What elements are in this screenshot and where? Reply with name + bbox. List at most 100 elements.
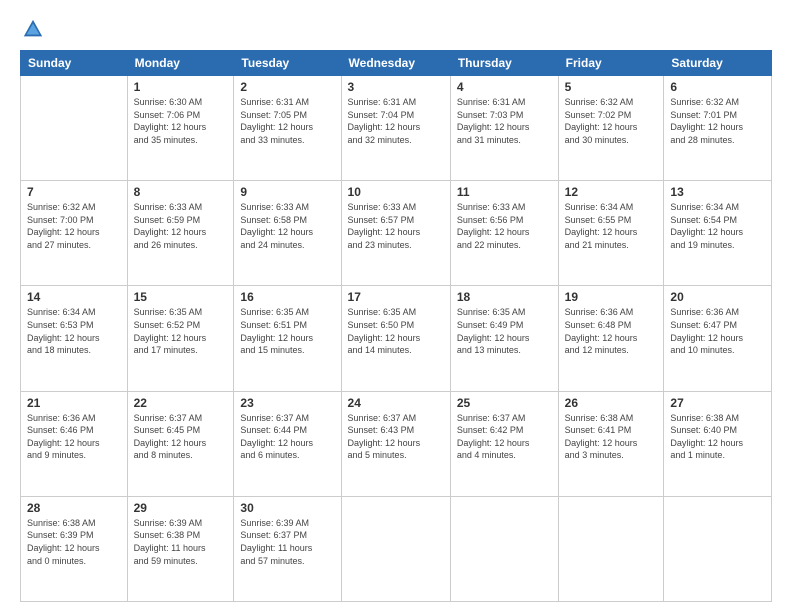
empty-cell (450, 496, 558, 601)
day-cell-16: 16Sunrise: 6:35 AM Sunset: 6:51 PM Dayli… (234, 286, 341, 391)
weekday-header-tuesday: Tuesday (234, 51, 341, 76)
day-cell-24: 24 Sunrise: 6:37 AM Sunset: 6:43 PM Dayli… (341, 391, 450, 496)
day-info: Sunrise: 6:31 AM Sunset: 7:03 PM Dayligh… (457, 96, 552, 146)
week-row-1: 1 Sunrise: 6:30 AM Sunset: 7:06 PM Daylig… (21, 76, 772, 181)
day-number: 24 (348, 396, 444, 410)
day-cell-15: 15 Sunrise: 6:35 AM Sunset: 6:52 PM Dayli… (127, 286, 234, 391)
day-cell-13: 13 Sunrise: 6:34 AM Sunset: 6:54 PM Dayli… (664, 181, 772, 286)
day-cell-20: 20 Sunrise: 6:36 AM Sunset: 6:47 PM Dayli… (664, 286, 772, 391)
day-cell-18: 18Sunrise: 6:35 AM Sunset: 6:49 PM Dayli… (450, 286, 558, 391)
day-cell-9: 9 Sunrise: 6:33 AM Sunset: 6:58 PM Daylig… (234, 181, 341, 286)
day-cell-28: 28Sunrise: 6:38 AM Sunset: 6:39 PM Dayli… (21, 496, 128, 601)
day-info: Sunrise: 6:38 AM Sunset: 6:41 PM Dayligh… (565, 412, 658, 462)
day-info: Sunrise: 6:33 AM Sunset: 6:56 PM Dayligh… (457, 201, 552, 251)
day-info: Sunrise: 6:31 AM Sunset: 7:04 PM Dayligh… (348, 96, 444, 146)
day-cell-5: 5 Sunrise: 6:32 AM Sunset: 7:02 PM Daylig… (558, 76, 664, 181)
day-info: Sunrise: 6:35 AM Sunset: 6:51 PM Dayligh… (240, 306, 334, 356)
day-cell-23: 23 Sunrise: 6:37 AM Sunset: 6:44 PM Dayli… (234, 391, 341, 496)
empty-cell (341, 496, 450, 601)
day-info: Sunrise: 6:34 AM Sunset: 6:53 PM Dayligh… (27, 306, 121, 356)
day-number: 23 (240, 396, 334, 410)
weekday-header-monday: Monday (127, 51, 234, 76)
day-number: 3 (348, 80, 444, 94)
day-info: Sunrise: 6:34 AM Sunset: 6:55 PM Dayligh… (565, 201, 658, 251)
day-number: 15 (134, 290, 228, 304)
logo-icon (22, 18, 44, 40)
weekday-header-friday: Friday (558, 51, 664, 76)
day-cell-2: 2Sunrise: 6:31 AM Sunset: 7:05 PM Daylig… (234, 76, 341, 181)
day-number: 26 (565, 396, 658, 410)
day-info: Sunrise: 6:38 AM Sunset: 6:40 PM Dayligh… (670, 412, 765, 462)
calendar-table: SundayMondayTuesdayWednesdayThursdayFrid… (20, 50, 772, 602)
day-info: Sunrise: 6:35 AM Sunset: 6:52 PM Dayligh… (134, 306, 228, 356)
day-info: Sunrise: 6:33 AM Sunset: 6:59 PM Dayligh… (134, 201, 228, 251)
empty-cell (558, 496, 664, 601)
weekday-header-sunday: Sunday (21, 51, 128, 76)
day-info: Sunrise: 6:38 AM Sunset: 6:39 PM Dayligh… (27, 517, 121, 567)
day-number: 8 (134, 185, 228, 199)
day-info: Sunrise: 6:39 AM Sunset: 6:38 PM Dayligh… (134, 517, 228, 567)
day-number: 13 (670, 185, 765, 199)
day-cell-22: 22 Sunrise: 6:37 AM Sunset: 6:45 PM Dayli… (127, 391, 234, 496)
day-cell-8: 8 Sunrise: 6:33 AM Sunset: 6:59 PM Daylig… (127, 181, 234, 286)
day-cell-25: 25 Sunrise: 6:37 AM Sunset: 6:42 PM Dayli… (450, 391, 558, 496)
day-info: Sunrise: 6:37 AM Sunset: 6:44 PM Dayligh… (240, 412, 334, 462)
day-info: Sunrise: 6:36 AM Sunset: 6:47 PM Dayligh… (670, 306, 765, 356)
day-info: Sunrise: 6:32 AM Sunset: 7:00 PM Dayligh… (27, 201, 121, 251)
day-cell-26: 26 Sunrise: 6:38 AM Sunset: 6:41 PM Dayli… (558, 391, 664, 496)
day-cell-17: 17 Sunrise: 6:35 AM Sunset: 6:50 PM Dayli… (341, 286, 450, 391)
day-number: 17 (348, 290, 444, 304)
header (20, 18, 772, 40)
day-number: 30 (240, 501, 334, 515)
day-info: Sunrise: 6:37 AM Sunset: 6:45 PM Dayligh… (134, 412, 228, 462)
logo (20, 18, 44, 40)
empty-cell (664, 496, 772, 601)
day-number: 11 (457, 185, 552, 199)
day-cell-7: 7 Sunrise: 6:32 AM Sunset: 7:00 PM Daylig… (21, 181, 128, 286)
day-cell-10: 10 Sunrise: 6:33 AM Sunset: 6:57 PM Dayli… (341, 181, 450, 286)
day-cell-6: 6 Sunrise: 6:32 AM Sunset: 7:01 PM Daylig… (664, 76, 772, 181)
day-cell-19: 19Sunrise: 6:36 AM Sunset: 6:48 PM Dayli… (558, 286, 664, 391)
day-info: Sunrise: 6:37 AM Sunset: 6:43 PM Dayligh… (348, 412, 444, 462)
day-number: 1 (134, 80, 228, 94)
day-number: 12 (565, 185, 658, 199)
day-info: Sunrise: 6:31 AM Sunset: 7:05 PM Dayligh… (240, 96, 334, 146)
day-number: 4 (457, 80, 552, 94)
day-info: Sunrise: 6:33 AM Sunset: 6:58 PM Dayligh… (240, 201, 334, 251)
day-info: Sunrise: 6:32 AM Sunset: 7:02 PM Dayligh… (565, 96, 658, 146)
day-number: 9 (240, 185, 334, 199)
day-number: 21 (27, 396, 121, 410)
day-info: Sunrise: 6:33 AM Sunset: 6:57 PM Dayligh… (348, 201, 444, 251)
day-number: 27 (670, 396, 765, 410)
weekday-header-row: SundayMondayTuesdayWednesdayThursdayFrid… (21, 51, 772, 76)
weekday-header-thursday: Thursday (450, 51, 558, 76)
day-number: 25 (457, 396, 552, 410)
week-row-5: 28Sunrise: 6:38 AM Sunset: 6:39 PM Dayli… (21, 496, 772, 601)
weekday-header-saturday: Saturday (664, 51, 772, 76)
day-info: Sunrise: 6:37 AM Sunset: 6:42 PM Dayligh… (457, 412, 552, 462)
day-cell-11: 11 Sunrise: 6:33 AM Sunset: 6:56 PM Dayli… (450, 181, 558, 286)
day-number: 29 (134, 501, 228, 515)
day-number: 18 (457, 290, 552, 304)
day-number: 20 (670, 290, 765, 304)
day-number: 22 (134, 396, 228, 410)
day-number: 10 (348, 185, 444, 199)
day-info: Sunrise: 6:34 AM Sunset: 6:54 PM Dayligh… (670, 201, 765, 251)
day-info: Sunrise: 6:32 AM Sunset: 7:01 PM Dayligh… (670, 96, 765, 146)
day-cell-27: 27 Sunrise: 6:38 AM Sunset: 6:40 PM Dayli… (664, 391, 772, 496)
day-cell-21: 21Sunrise: 6:36 AM Sunset: 6:46 PM Dayli… (21, 391, 128, 496)
day-info: Sunrise: 6:35 AM Sunset: 6:50 PM Dayligh… (348, 306, 444, 356)
day-number: 7 (27, 185, 121, 199)
day-number: 5 (565, 80, 658, 94)
day-cell-1: 1 Sunrise: 6:30 AM Sunset: 7:06 PM Daylig… (127, 76, 234, 181)
day-info: Sunrise: 6:30 AM Sunset: 7:06 PM Dayligh… (134, 96, 228, 146)
page: SundayMondayTuesdayWednesdayThursdayFrid… (0, 0, 792, 612)
day-number: 19 (565, 290, 658, 304)
day-cell-14: 14 Sunrise: 6:34 AM Sunset: 6:53 PM Dayli… (21, 286, 128, 391)
day-cell-12: 12 Sunrise: 6:34 AM Sunset: 6:55 PM Dayli… (558, 181, 664, 286)
day-number: 6 (670, 80, 765, 94)
week-row-2: 7 Sunrise: 6:32 AM Sunset: 7:00 PM Daylig… (21, 181, 772, 286)
day-info: Sunrise: 6:39 AM Sunset: 6:37 PM Dayligh… (240, 517, 334, 567)
day-number: 14 (27, 290, 121, 304)
day-cell-30: 30 Sunrise: 6:39 AM Sunset: 6:37 PM Dayli… (234, 496, 341, 601)
